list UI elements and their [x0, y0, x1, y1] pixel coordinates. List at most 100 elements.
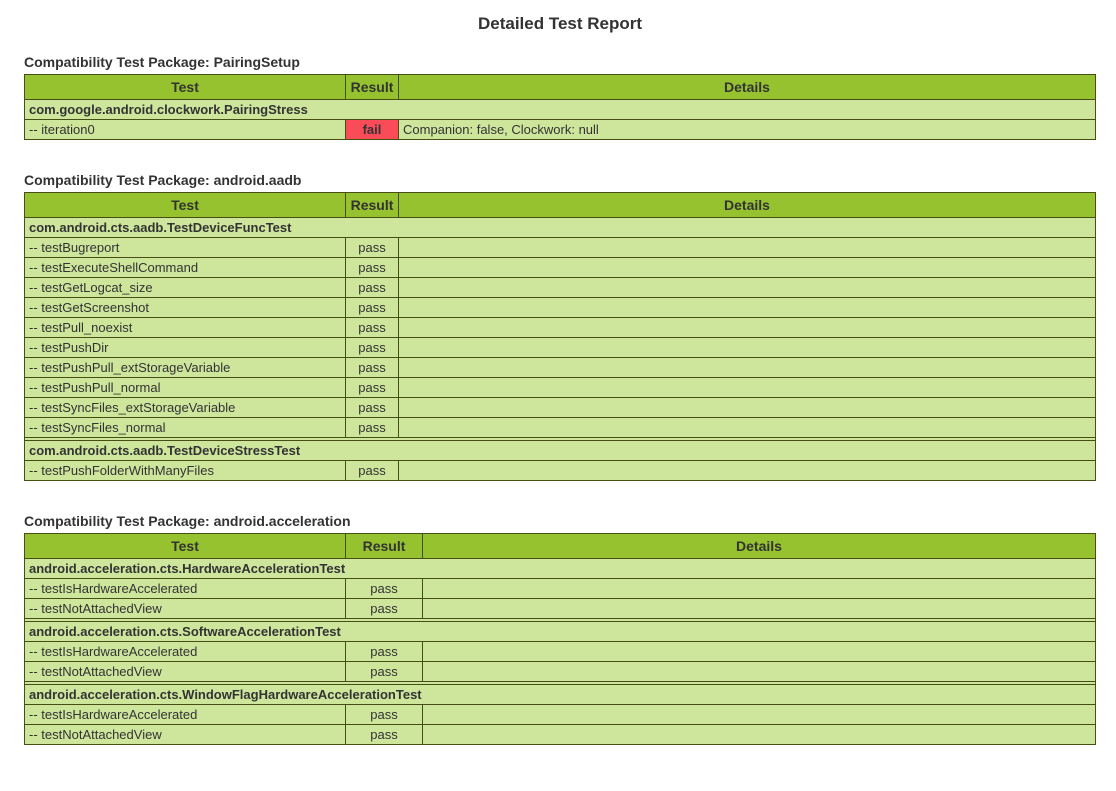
test-row: -- testIsHardwareAcceleratedpass [25, 579, 1096, 599]
test-row: -- iteration0failCompanion: false, Clock… [25, 120, 1096, 140]
package-heading: Compatibility Test Package: android.aadb [24, 172, 1096, 188]
test-row: -- testPushFolderWithManyFilespass [25, 461, 1096, 481]
details-cell [423, 599, 1096, 619]
packages-container: Compatibility Test Package: PairingSetup… [24, 54, 1096, 745]
package-section: Compatibility Test Package: PairingSetup… [24, 54, 1096, 140]
table-header-row: Test Result Details [25, 193, 1096, 218]
table-header-row: Test Result Details [25, 534, 1096, 559]
package-heading: Compatibility Test Package: PairingSetup [24, 54, 1096, 70]
col-header-result: Result [346, 75, 399, 100]
suite-name-cell: com.android.cts.aadb.TestDeviceStressTes… [25, 441, 1096, 461]
col-header-details: Details [399, 75, 1096, 100]
report-page: Detailed Test Report Compatibility Test … [0, 0, 1116, 765]
result-cell: pass [346, 461, 399, 481]
test-name-cell: -- testPushFolderWithManyFiles [25, 461, 346, 481]
test-row: -- testPushPull_normalpass [25, 378, 1096, 398]
test-name-cell: -- testBugreport [25, 238, 346, 258]
test-name-cell: -- testNotAttachedView [25, 725, 346, 745]
package-heading: Compatibility Test Package: android.acce… [24, 513, 1096, 529]
result-cell: pass [346, 258, 399, 278]
test-row: -- testPull_noexistpass [25, 318, 1096, 338]
test-name-cell: -- testNotAttachedView [25, 599, 346, 619]
test-results-table: Test Result Details com.android.cts.aadb… [24, 192, 1096, 481]
suite-name-row: android.acceleration.cts.SoftwareAcceler… [25, 622, 1096, 642]
test-row: -- testBugreportpass [25, 238, 1096, 258]
result-cell: pass [346, 338, 399, 358]
suite-name-row: com.google.android.clockwork.PairingStre… [25, 100, 1096, 120]
details-cell [423, 705, 1096, 725]
test-name-cell: -- testNotAttachedView [25, 662, 346, 682]
test-row: -- testSyncFiles_normalpass [25, 418, 1096, 438]
test-row: -- testExecuteShellCommandpass [25, 258, 1096, 278]
details-cell [399, 418, 1096, 438]
details-cell [399, 298, 1096, 318]
suite-name-cell: android.acceleration.cts.HardwareAcceler… [25, 559, 1096, 579]
suite-name-cell: android.acceleration.cts.SoftwareAcceler… [25, 622, 1096, 642]
test-results-table: Test Result Details com.google.android.c… [24, 74, 1096, 140]
result-cell: pass [346, 238, 399, 258]
test-row: -- testNotAttachedViewpass [25, 725, 1096, 745]
test-row: -- testIsHardwareAcceleratedpass [25, 705, 1096, 725]
test-row: -- testPushPull_extStorageVariablepass [25, 358, 1096, 378]
suite-name-row: android.acceleration.cts.HardwareAcceler… [25, 559, 1096, 579]
result-cell: fail [346, 120, 399, 140]
test-name-cell: -- iteration0 [25, 120, 346, 140]
col-header-result: Result [346, 193, 399, 218]
result-cell: pass [346, 298, 399, 318]
test-row: -- testGetScreenshotpass [25, 298, 1096, 318]
test-row: -- testGetLogcat_sizepass [25, 278, 1096, 298]
test-name-cell: -- testSyncFiles_normal [25, 418, 346, 438]
suite-name-row: android.acceleration.cts.WindowFlagHardw… [25, 685, 1096, 705]
test-name-cell: -- testIsHardwareAccelerated [25, 642, 346, 662]
result-cell: pass [346, 318, 399, 338]
details-cell [399, 378, 1096, 398]
result-cell: pass [346, 398, 399, 418]
details-cell [423, 725, 1096, 745]
details-cell [399, 398, 1096, 418]
col-header-details: Details [399, 193, 1096, 218]
test-row: -- testNotAttachedViewpass [25, 662, 1096, 682]
test-name-cell: -- testSyncFiles_extStorageVariable [25, 398, 346, 418]
test-name-cell: -- testIsHardwareAccelerated [25, 579, 346, 599]
suite-name-row: com.android.cts.aadb.TestDeviceStressTes… [25, 441, 1096, 461]
result-cell: pass [346, 642, 423, 662]
test-results-table: Test Result Details android.acceleration… [24, 533, 1096, 745]
result-cell: pass [346, 358, 399, 378]
suite-name-cell: android.acceleration.cts.WindowFlagHardw… [25, 685, 1096, 705]
result-cell: pass [346, 579, 423, 599]
result-cell: pass [346, 705, 423, 725]
test-row: -- testSyncFiles_extStorageVariablepass [25, 398, 1096, 418]
suite-name-row: com.android.cts.aadb.TestDeviceFuncTest [25, 218, 1096, 238]
result-cell: pass [346, 599, 423, 619]
test-name-cell: -- testGetLogcat_size [25, 278, 346, 298]
test-name-cell: -- testPull_noexist [25, 318, 346, 338]
result-cell: pass [346, 378, 399, 398]
details-cell [399, 461, 1096, 481]
test-row: -- testPushDirpass [25, 338, 1096, 358]
package-section: Compatibility Test Package: android.acce… [24, 513, 1096, 745]
col-header-test: Test [25, 75, 346, 100]
test-name-cell: -- testPushPull_extStorageVariable [25, 358, 346, 378]
details-cell [399, 358, 1096, 378]
test-name-cell: -- testIsHardwareAccelerated [25, 705, 346, 725]
col-header-test: Test [25, 193, 346, 218]
result-cell: pass [346, 278, 399, 298]
page-title: Detailed Test Report [24, 14, 1096, 34]
result-cell: pass [346, 725, 423, 745]
col-header-result: Result [346, 534, 423, 559]
package-section: Compatibility Test Package: android.aadb… [24, 172, 1096, 481]
details-cell [399, 338, 1096, 358]
details-cell: Companion: false, Clockwork: null [399, 120, 1096, 140]
details-cell [423, 642, 1096, 662]
details-cell [399, 278, 1096, 298]
suite-name-cell: com.android.cts.aadb.TestDeviceFuncTest [25, 218, 1096, 238]
test-row: -- testIsHardwareAcceleratedpass [25, 642, 1096, 662]
result-cell: pass [346, 418, 399, 438]
details-cell [423, 662, 1096, 682]
suite-name-cell: com.google.android.clockwork.PairingStre… [25, 100, 1096, 120]
details-cell [399, 258, 1096, 278]
test-name-cell: -- testGetScreenshot [25, 298, 346, 318]
table-header-row: Test Result Details [25, 75, 1096, 100]
col-header-details: Details [423, 534, 1096, 559]
col-header-test: Test [25, 534, 346, 559]
